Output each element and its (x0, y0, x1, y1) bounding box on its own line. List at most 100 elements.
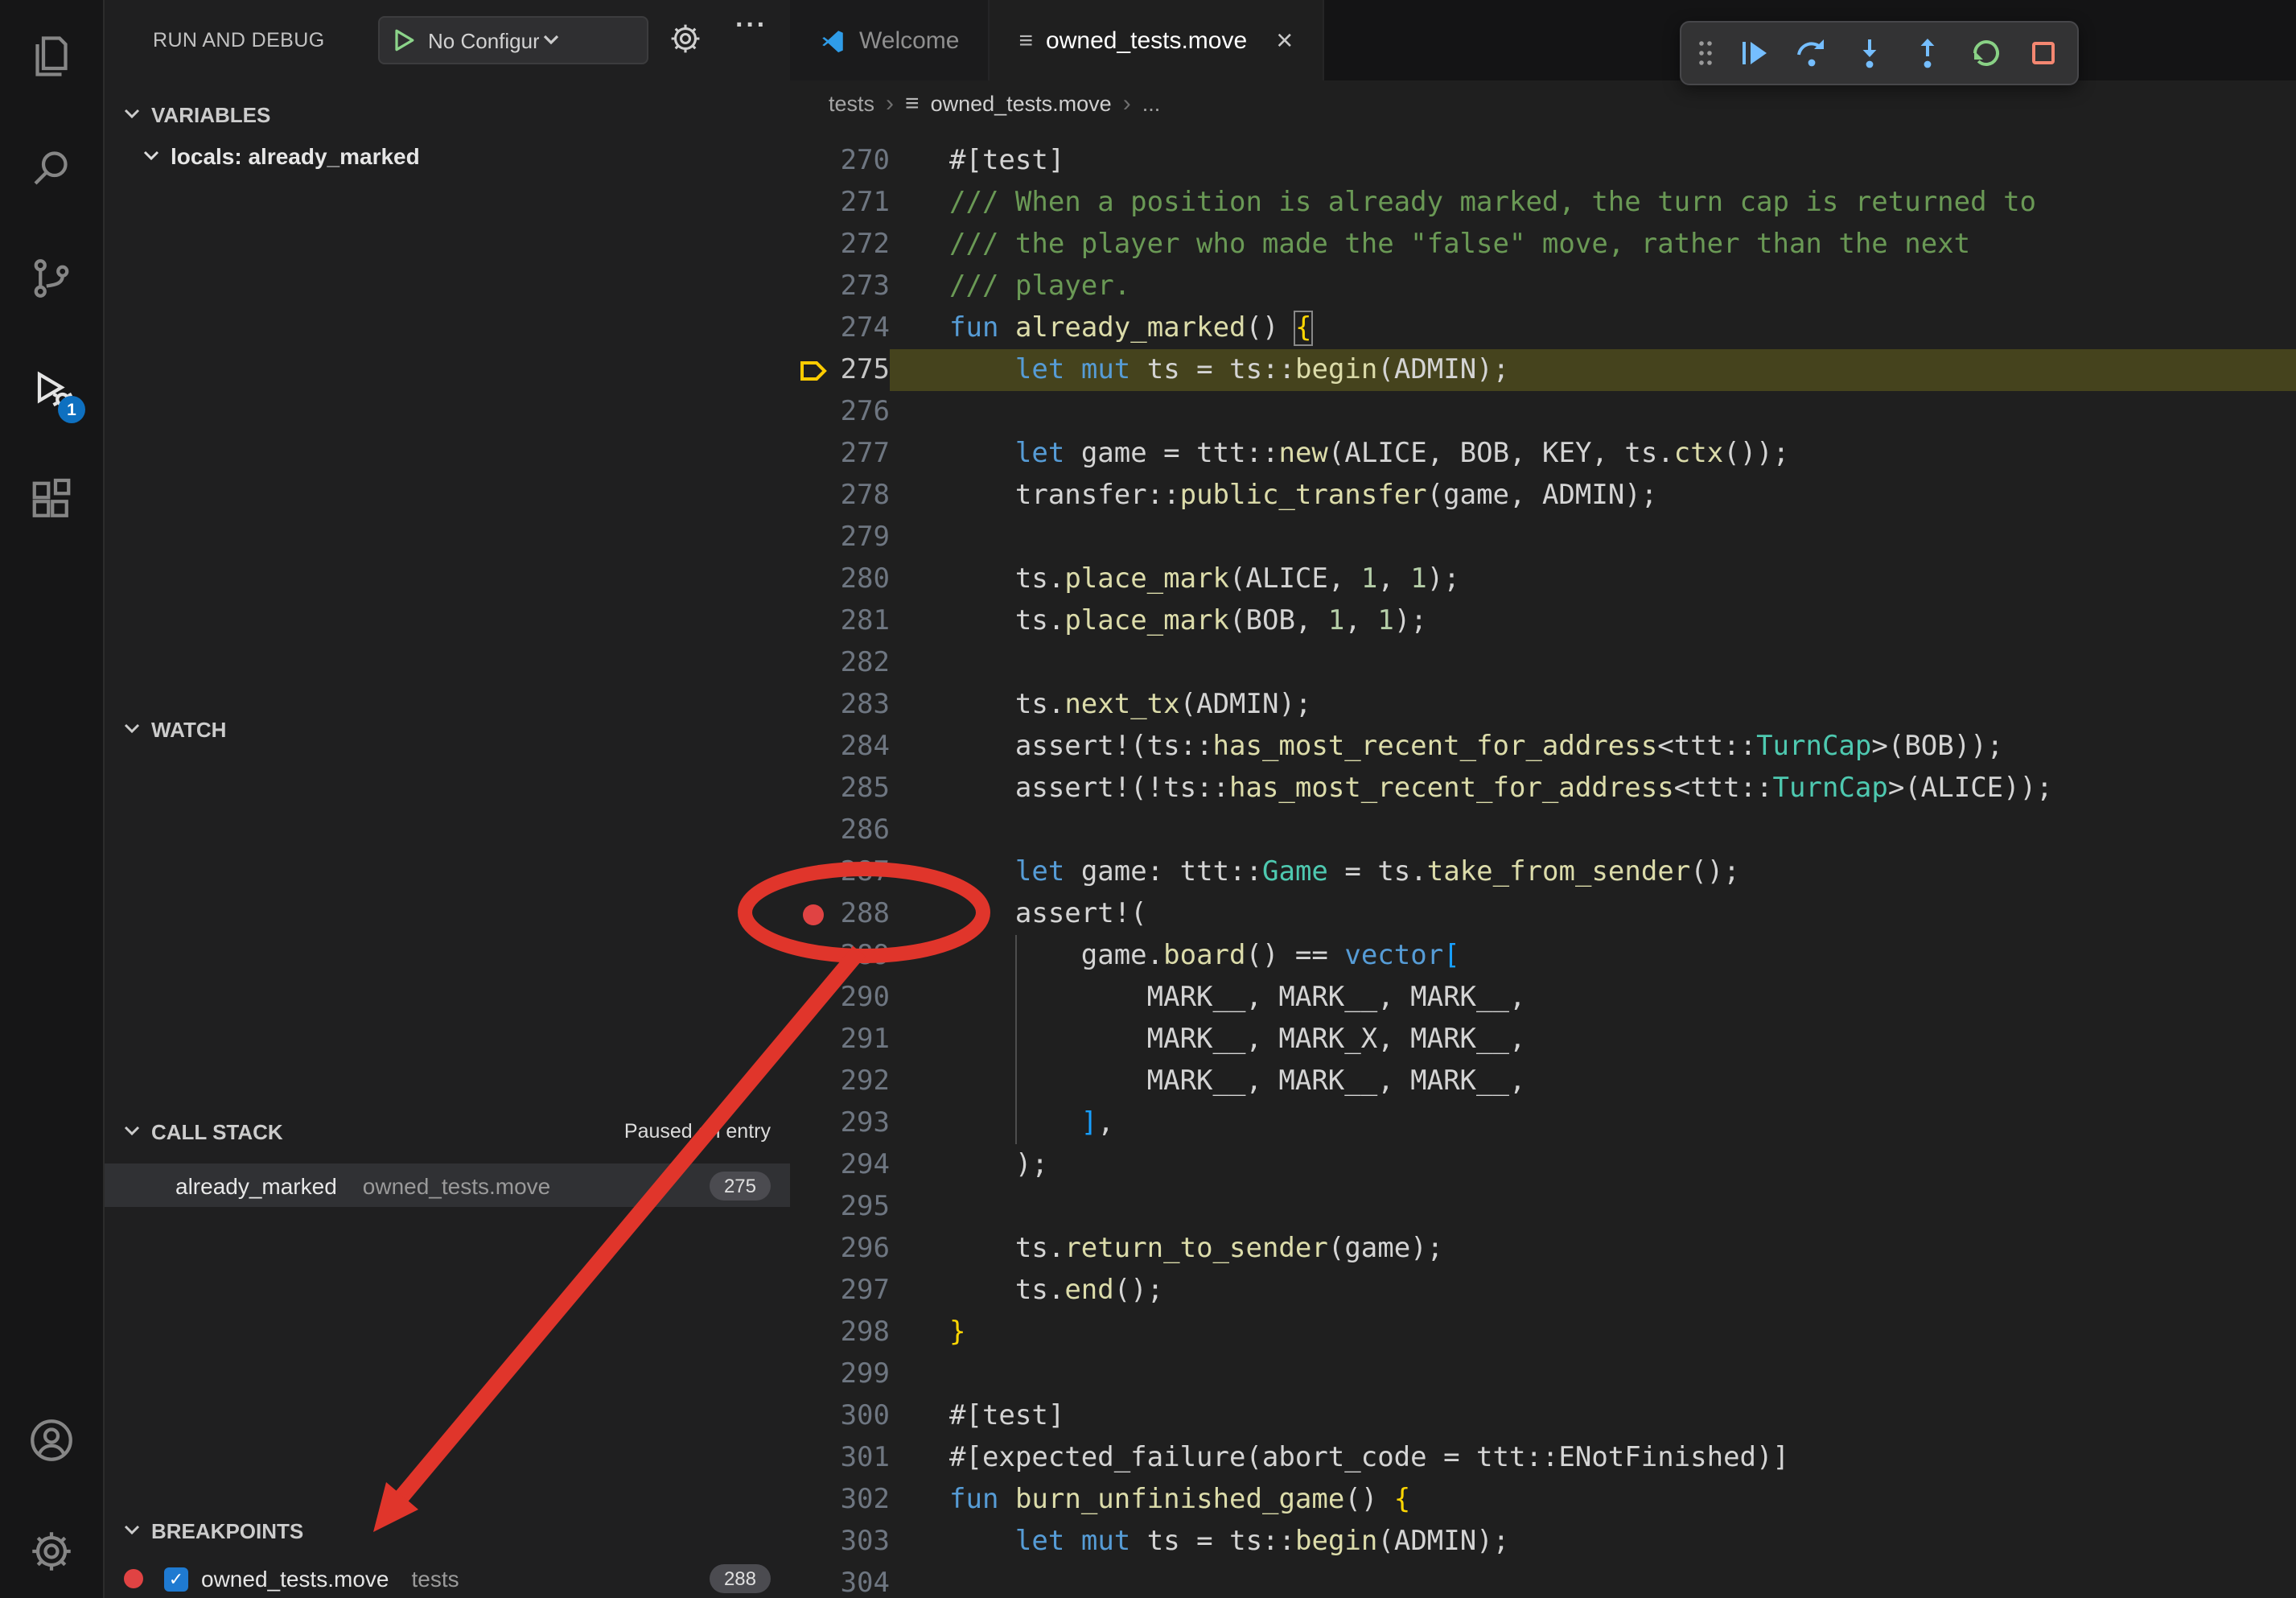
code-line[interactable]: 276 (790, 391, 2296, 433)
breadcrumb-item[interactable]: tests (829, 91, 874, 115)
code-line[interactable]: 273/// player. (790, 266, 2296, 307)
code-line[interactable]: 304 (790, 1563, 2296, 1598)
code-line[interactable]: 285 assert!(!ts::has_most_recent_for_add… (790, 768, 2296, 809)
code-line[interactable]: 280 ts.place_mark(ALICE, 1, 1); (790, 558, 2296, 600)
code-line-content[interactable]: /// When a position is already marked, t… (890, 182, 2296, 224)
code-line-content[interactable]: /// player. (890, 266, 2296, 307)
code-line[interactable]: 299 (790, 1353, 2296, 1395)
gutter-glyph-margin[interactable] (790, 642, 835, 684)
gutter-glyph-margin[interactable] (790, 1521, 835, 1563)
gutter-glyph-margin[interactable] (790, 182, 835, 224)
code-line-content[interactable]: ts.place_mark(BOB, 1, 1); (890, 600, 2296, 642)
gutter-glyph-margin[interactable] (790, 1061, 835, 1102)
code-line-content[interactable]: let mut ts = ts::begin(ADMIN); (890, 1521, 2296, 1563)
breakpoint-list-item[interactable]: ✓ owned_tests.move tests 288 (105, 1558, 790, 1598)
gutter-glyph-margin[interactable] (790, 809, 835, 851)
code-line[interactable]: 297 ts.end(); (790, 1270, 2296, 1312)
code-line-content[interactable]: #[test] (890, 1395, 2296, 1437)
toolbar-drag-handle-icon[interactable] (1689, 29, 1722, 77)
settings-gear-icon[interactable] (24, 1524, 79, 1579)
debug-settings-gear-icon[interactable] (668, 21, 703, 56)
breakpoints-section-header[interactable]: BREAKPOINTS (105, 1509, 790, 1551)
code-line-content[interactable]: /// the player who made the "false" move… (890, 224, 2296, 266)
gutter-glyph-margin[interactable] (790, 1270, 835, 1312)
code-line[interactable]: 278 transfer::public_transfer(game, ADMI… (790, 475, 2296, 517)
stop-icon[interactable] (2016, 29, 2069, 77)
code-line[interactable]: 282 (790, 642, 2296, 684)
gutter-glyph-margin[interactable] (790, 475, 835, 517)
code-line[interactable]: 291 MARK__, MARK_X, MARK__, (790, 1019, 2296, 1061)
gutter-glyph-margin[interactable] (790, 977, 835, 1019)
code-line-content[interactable]: #[test] (890, 140, 2296, 182)
code-line-content[interactable]: ts.end(); (890, 1270, 2296, 1312)
code-line-content[interactable] (890, 1186, 2296, 1228)
gutter-glyph-margin[interactable] (790, 851, 835, 893)
code-line[interactable]: 294 ); (790, 1144, 2296, 1186)
code-line[interactable]: 295 (790, 1186, 2296, 1228)
code-line-content[interactable] (890, 1353, 2296, 1395)
code-line[interactable]: 293 ], (790, 1102, 2296, 1144)
code-line-content[interactable]: game.board() == vector[ (890, 935, 2296, 977)
code-line-content[interactable]: let game = ttt::new(ALICE, BOB, KEY, ts.… (890, 433, 2296, 475)
gutter-glyph-margin[interactable] (790, 266, 835, 307)
code-line[interactable]: 288 assert!( (790, 893, 2296, 935)
gutter-glyph-margin[interactable] (790, 1437, 835, 1479)
code-line[interactable]: 296 ts.return_to_sender(game); (790, 1228, 2296, 1270)
code-line-content[interactable]: ); (890, 1144, 2296, 1186)
code-line[interactable]: 279 (790, 517, 2296, 558)
gutter-glyph-margin[interactable] (790, 1563, 835, 1598)
breadcrumb-item[interactable]: owned_tests.move (931, 91, 1112, 115)
code-line-content[interactable] (890, 642, 2296, 684)
gutter-glyph-margin[interactable] (790, 684, 835, 726)
code-line[interactable]: 292 MARK__, MARK__, MARK__, (790, 1061, 2296, 1102)
code-line-content[interactable]: assert!(!ts::has_most_recent_for_address… (890, 768, 2296, 809)
step-out-icon[interactable] (1900, 29, 1953, 77)
gutter-glyph-margin[interactable] (790, 1395, 835, 1437)
code-line[interactable]: 287 let game: ttt::Game = ts.take_from_s… (790, 851, 2296, 893)
continue-icon[interactable] (1726, 29, 1780, 77)
gutter-glyph-margin[interactable] (790, 600, 835, 642)
breakpoint-dot-icon[interactable] (802, 904, 823, 925)
code-line[interactable]: 270#[test] (790, 140, 2296, 182)
gutter-glyph-margin[interactable] (790, 1479, 835, 1521)
code-line[interactable]: 290 MARK__, MARK__, MARK__, (790, 977, 2296, 1019)
breadcrumb-item[interactable]: ... (1142, 91, 1161, 115)
code-line[interactable]: 302fun burn_unfinished_game() { (790, 1479, 2296, 1521)
code-line[interactable]: 286 (790, 809, 2296, 851)
code-line-content[interactable]: let game: ttt::Game = ts.take_from_sende… (890, 851, 2296, 893)
code-line-content[interactable] (890, 517, 2296, 558)
extensions-icon[interactable] (24, 473, 79, 528)
more-actions-icon[interactable]: ··· (735, 10, 767, 42)
code-line[interactable]: 283 ts.next_tx(ADMIN); (790, 684, 2296, 726)
restart-icon[interactable] (1958, 29, 2011, 77)
step-over-icon[interactable] (1784, 29, 1837, 77)
launch-config-dropdown[interactable]: No Configur (378, 16, 648, 64)
gutter-glyph-margin[interactable] (790, 140, 835, 182)
code-line-content[interactable]: MARK__, MARK_X, MARK__, (890, 1019, 2296, 1061)
gutter-glyph-margin[interactable] (790, 1312, 835, 1353)
code-line-content[interactable]: assert!( (890, 893, 2296, 935)
gutter-glyph-margin[interactable] (790, 1228, 835, 1270)
start-debug-icon[interactable] (389, 26, 418, 55)
gutter-glyph-margin[interactable] (790, 1353, 835, 1395)
code-line-content[interactable]: ], (890, 1102, 2296, 1144)
code-line[interactable]: 275 let mut ts = ts::begin(ADMIN); (790, 349, 2296, 391)
code-line[interactable]: 277 let game = ttt::new(ALICE, BOB, KEY,… (790, 433, 2296, 475)
code-line[interactable]: 284 assert!(ts::has_most_recent_for_addr… (790, 726, 2296, 768)
explorer-icon[interactable] (24, 29, 79, 84)
code-line[interactable]: 289 game.board() == vector[ (790, 935, 2296, 977)
gutter-glyph-margin[interactable] (790, 768, 835, 809)
tab-owned-tests-move[interactable]: ≡ owned_tests.move × (990, 0, 1324, 80)
close-icon[interactable]: × (1276, 26, 1293, 55)
gutter-glyph-margin[interactable] (790, 1144, 835, 1186)
code-line-content[interactable]: transfer::public_transfer(game, ADMIN); (890, 475, 2296, 517)
code-line-content[interactable]: ts.next_tx(ADMIN); (890, 684, 2296, 726)
code-line-content[interactable]: MARK__, MARK__, MARK__, (890, 977, 2296, 1019)
code-line[interactable]: 300#[test] (790, 1395, 2296, 1437)
code-line-content[interactable] (890, 809, 2296, 851)
tab-welcome[interactable]: Welcome (790, 0, 990, 80)
code-line-content[interactable]: #[expected_failure(abort_code = ttt::ENo… (890, 1437, 2296, 1479)
code-line-content[interactable]: let mut ts = ts::begin(ADMIN); (890, 349, 2296, 391)
run-and-debug-icon[interactable]: 1 (24, 362, 79, 417)
source-control-icon[interactable] (24, 251, 79, 306)
